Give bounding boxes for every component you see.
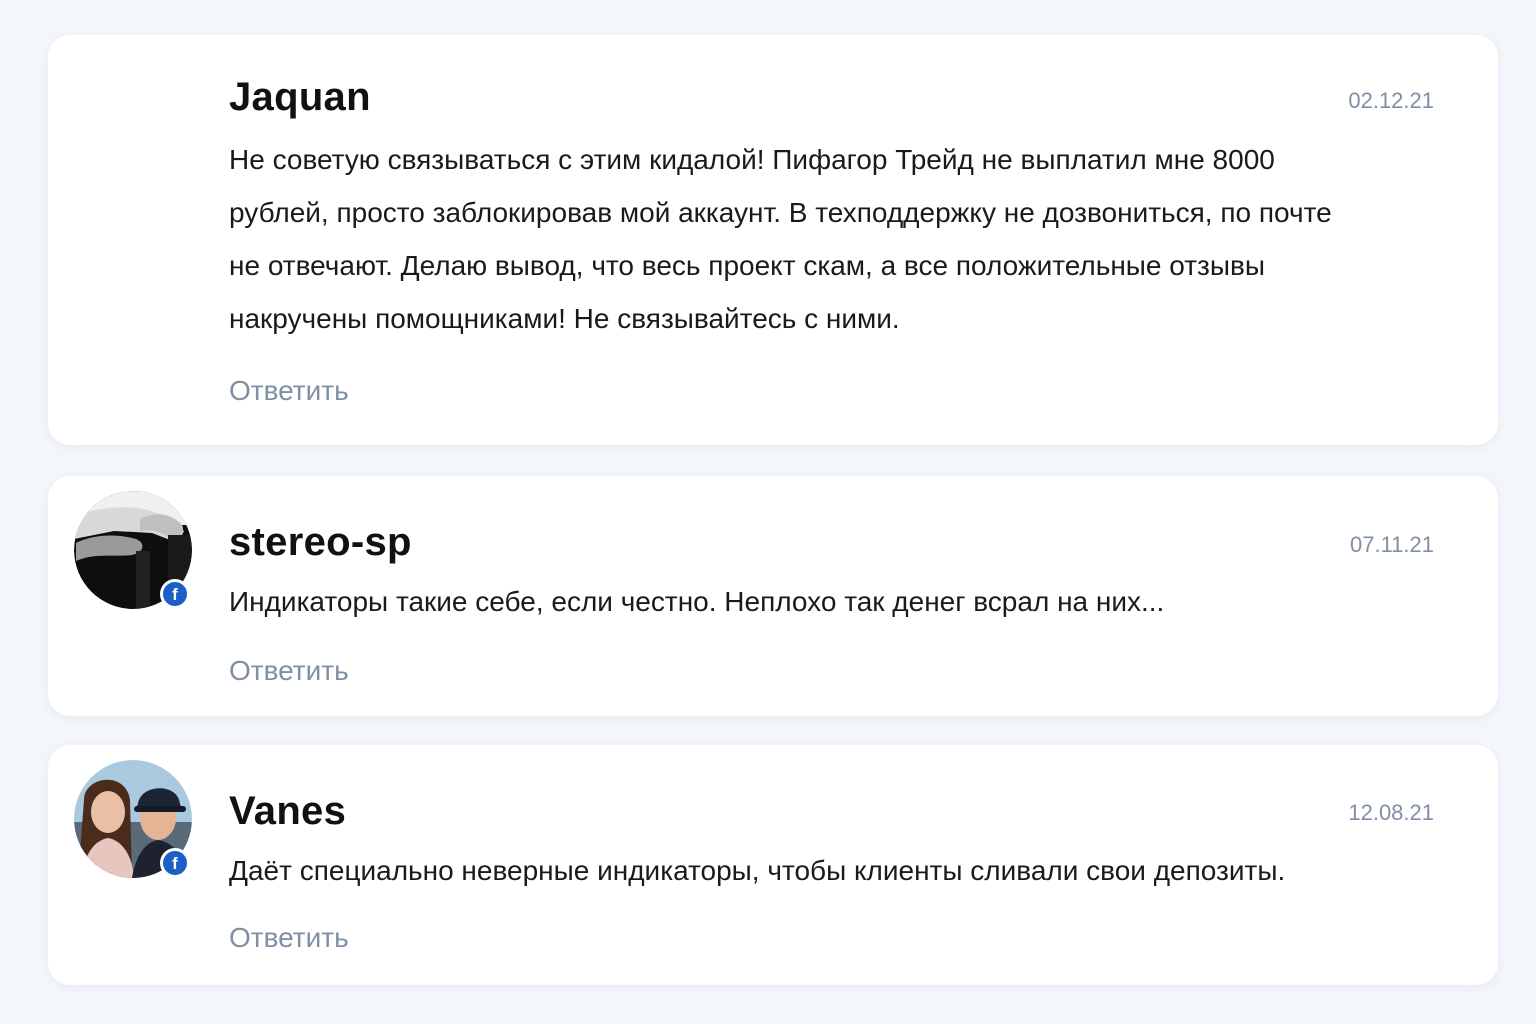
- reply-button[interactable]: Ответить: [229, 655, 349, 687]
- facebook-icon: f: [160, 579, 190, 609]
- comment-date: 07.11.21: [1349, 532, 1434, 557]
- reply-button[interactable]: Ответить: [229, 922, 349, 954]
- comment-card: f Vanes 12.08.21 Даёт специально неверны…: [48, 745, 1498, 985]
- comment-date: 12.08.21: [1348, 800, 1434, 825]
- avatar[interactable]: f: [74, 760, 192, 878]
- comment-text: Индикаторы такие себе, если честно. Непл…: [229, 586, 1165, 617]
- comment-author: Vanes: [229, 789, 347, 833]
- avatar[interactable]: f: [74, 491, 192, 609]
- comments-page: Jaquan 02.12.21 Не советую связываться с…: [0, 0, 1536, 1024]
- comment-text: Не советую связываться с этим кидалой! П…: [229, 144, 1332, 334]
- facebook-icon: f: [160, 848, 190, 878]
- comment-card: Jaquan 02.12.21 Не советую связываться с…: [48, 35, 1498, 445]
- reply-button[interactable]: Ответить: [229, 375, 349, 407]
- comment-author: stereo-sp: [229, 520, 412, 564]
- comment-card: f stereo-sp 07.11.21 Индикаторы такие се…: [48, 476, 1498, 716]
- comment-author: Jaquan: [229, 75, 371, 119]
- comment-date: 02.12.21: [1348, 88, 1434, 113]
- comment-text: Даёт специально неверные индикаторы, что…: [229, 855, 1286, 886]
